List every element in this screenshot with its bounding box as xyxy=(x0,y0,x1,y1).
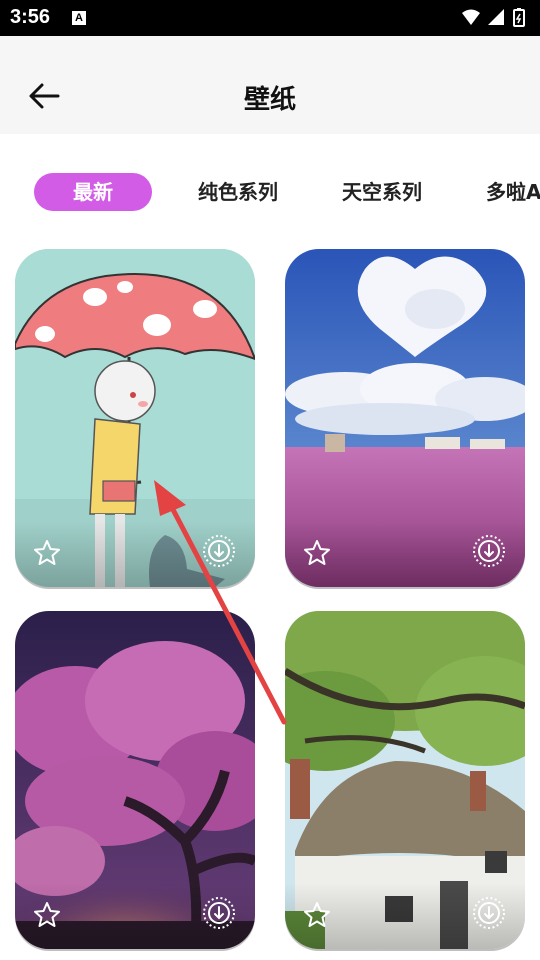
download-circle-icon[interactable] xyxy=(471,533,507,569)
app-header: 壁纸 xyxy=(0,36,540,134)
signal-icon xyxy=(488,9,504,25)
wallpaper-card-blossom-tree[interactable] xyxy=(15,611,255,949)
wallpaper-card-sky-field[interactable] xyxy=(285,249,525,587)
download-circle-icon[interactable] xyxy=(201,895,237,931)
notification-badge-icon: A xyxy=(72,11,86,25)
battery-icon xyxy=(513,9,525,27)
tab-latest[interactable]: 最新 xyxy=(34,173,152,211)
download-circle-icon[interactable] xyxy=(201,533,237,569)
wallpaper-card-umbrella-girl[interactable] xyxy=(15,249,255,587)
wifi-icon xyxy=(462,9,480,25)
category-tabs: 最新 纯色系列 天空系列 多啦A xyxy=(0,170,540,214)
page-title: 壁纸 xyxy=(243,85,296,115)
star-outline-icon[interactable] xyxy=(33,539,61,567)
tab-sky[interactable]: 天空系列 xyxy=(342,173,422,211)
tab-doraemon[interactable]: 多啦A xyxy=(486,173,540,211)
wallpaper-card-cottage[interactable] xyxy=(285,611,525,949)
download-circle-icon[interactable] xyxy=(471,895,507,931)
status-bar: 3:56 A xyxy=(0,0,540,36)
system-status-icons xyxy=(462,8,525,27)
star-outline-icon[interactable] xyxy=(303,539,331,567)
star-outline-icon[interactable] xyxy=(303,901,331,929)
status-time: 3:56 xyxy=(10,6,51,28)
tab-solid-color[interactable]: 纯色系列 xyxy=(198,173,278,211)
star-outline-icon[interactable] xyxy=(33,901,61,929)
